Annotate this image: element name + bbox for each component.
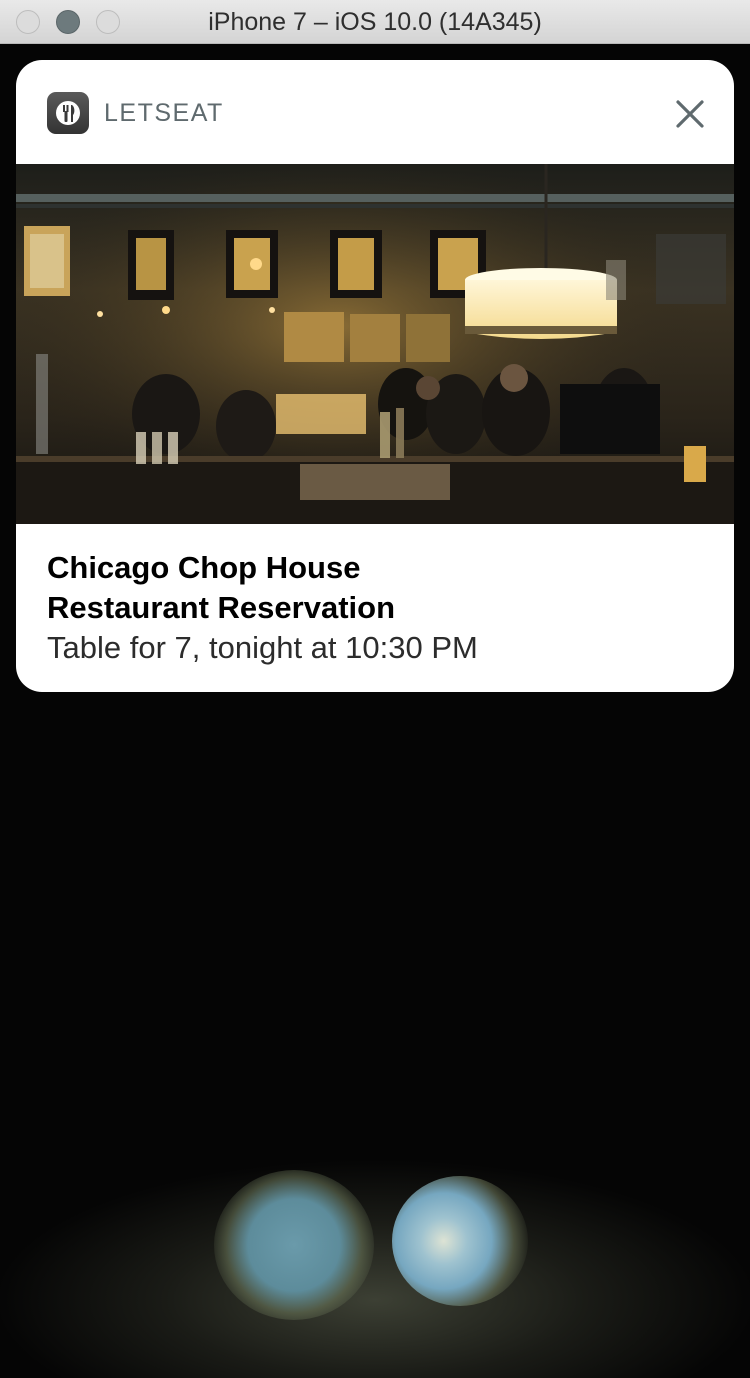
- notification-body: Table for 7, tonight at 10:30 PM: [47, 630, 478, 665]
- blurred-app-icon-right: [392, 1176, 528, 1306]
- simulator-window: iPhone 7 – iOS 10.0 (14A345) LETSEAT Chi…: [0, 0, 750, 1378]
- letseat-app-icon: [47, 92, 89, 134]
- title-bar: iPhone 7 – iOS 10.0 (14A345): [0, 0, 750, 44]
- window-title: iPhone 7 – iOS 10.0 (14A345): [208, 8, 542, 36]
- notification-content: Chicago Chop House Restaurant Reservatio…: [47, 548, 707, 668]
- restaurant-photo: [16, 164, 734, 524]
- blurred-home-screen: [0, 1140, 750, 1378]
- notification-title-line2: Restaurant Reservation: [47, 590, 396, 625]
- close-icon[interactable]: [672, 96, 708, 132]
- blurred-app-icon-left: [214, 1170, 374, 1320]
- notification-header: LETSEAT: [16, 60, 734, 164]
- app-name-label: LETSEAT: [104, 99, 224, 127]
- notification-title-line1: Chicago Chop House: [47, 550, 361, 585]
- notification-card[interactable]: LETSEAT Chicago Chop House Restaurant Re…: [16, 60, 734, 692]
